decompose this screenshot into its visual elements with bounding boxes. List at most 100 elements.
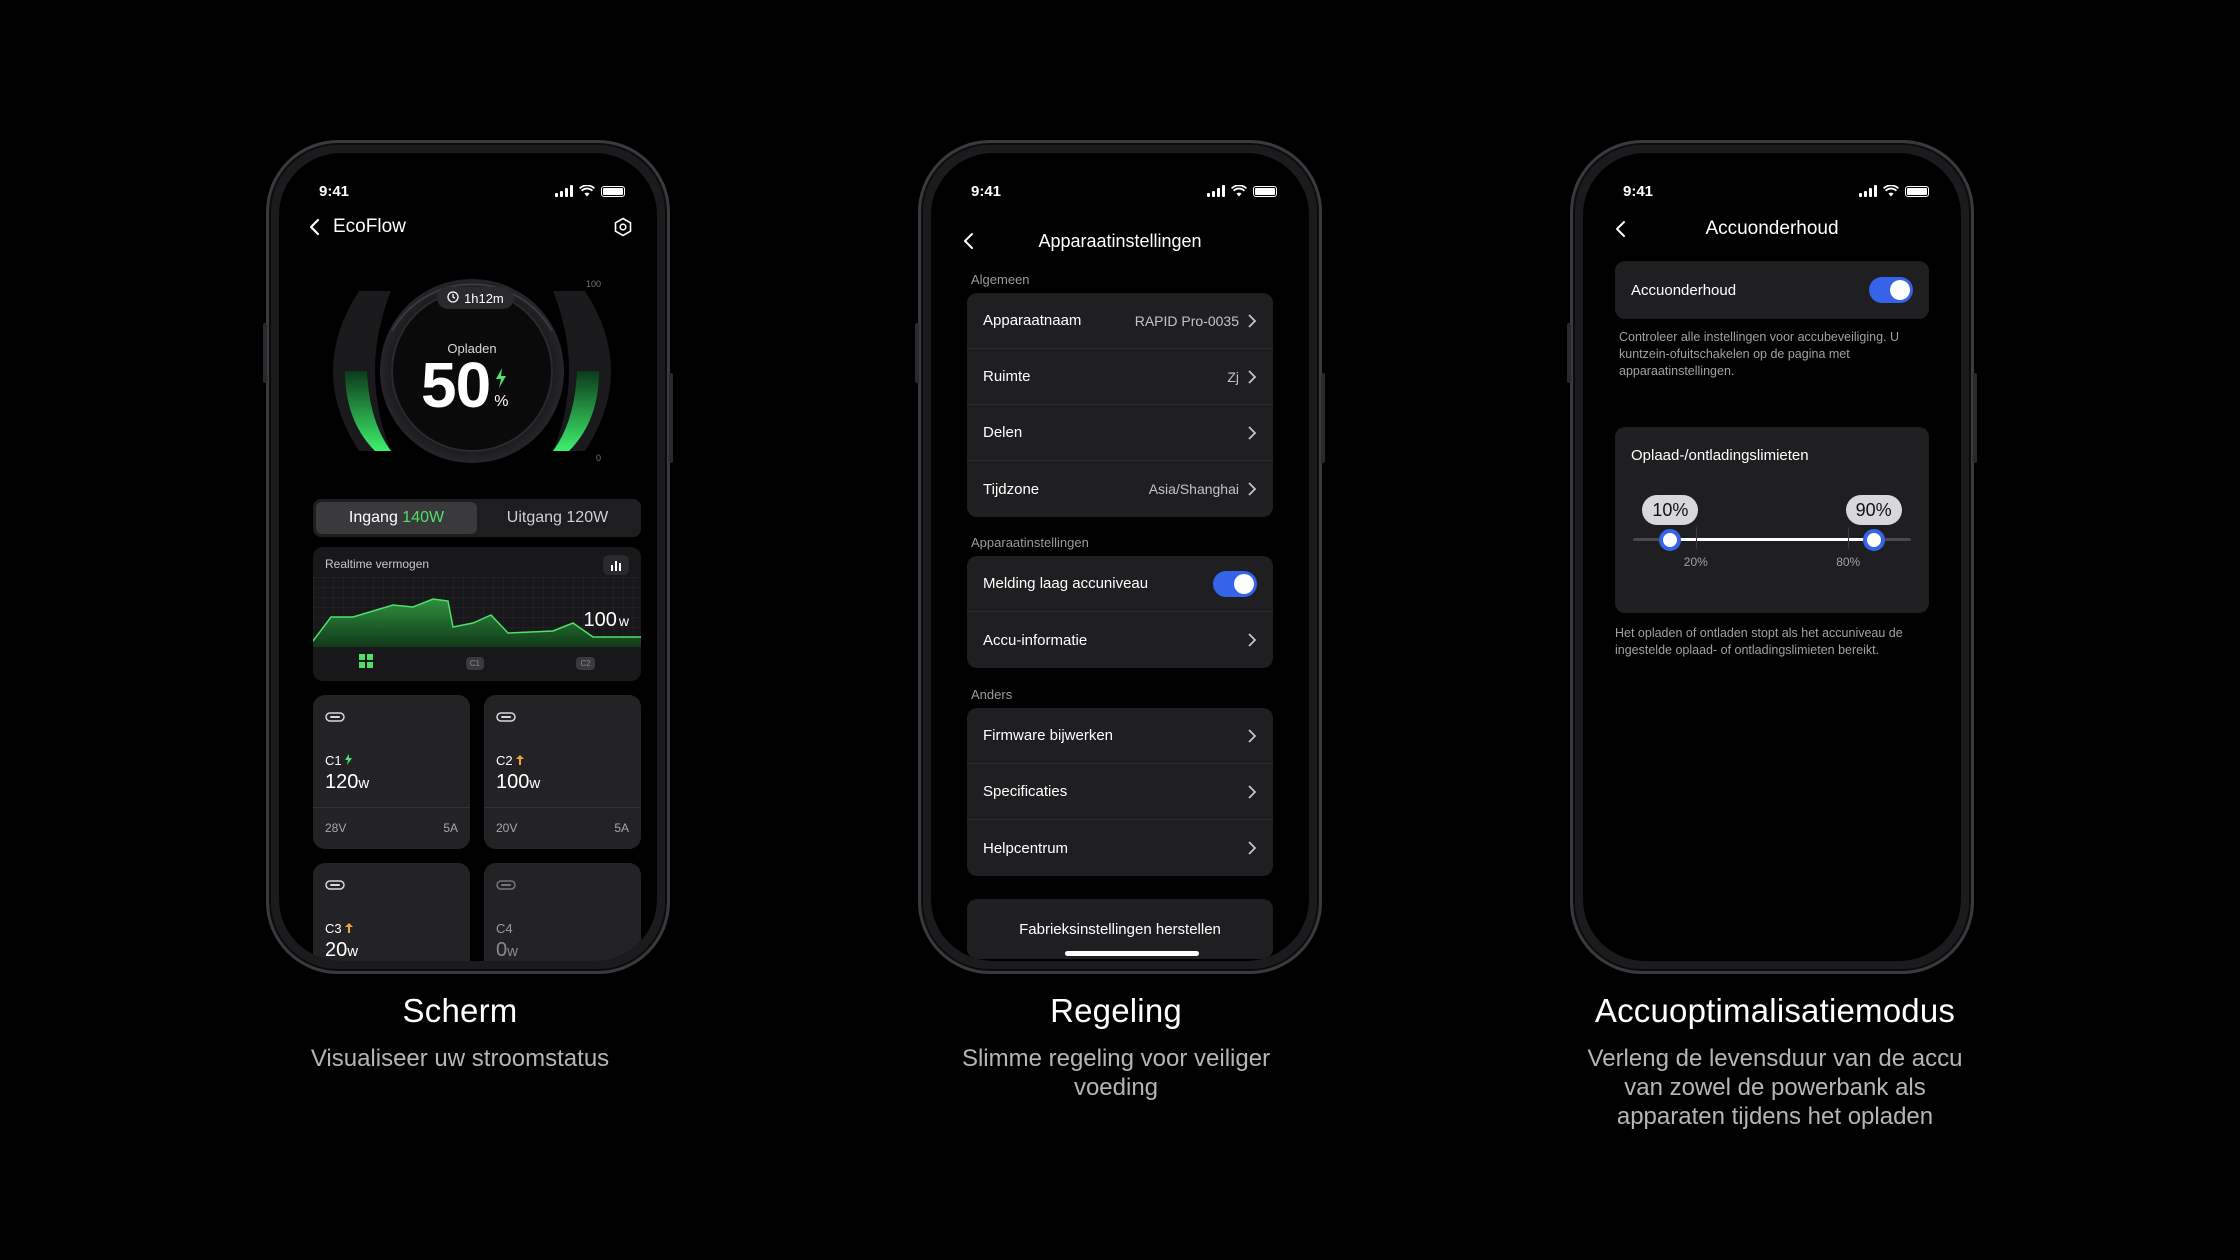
back-icon[interactable] (957, 230, 979, 252)
usb-c-icon (496, 877, 516, 895)
status-bar: 9:41 (319, 179, 625, 203)
tab-c1[interactable]: C1 (465, 657, 484, 670)
limits-title: Oplaad-/ontladingslimieten (1631, 447, 1809, 464)
phone-battery-care: 9:41 Accuonderhoud Accuonderhoud Control… (1567, 140, 1977, 974)
battery-icon (1253, 185, 1277, 197)
chevron-right-icon (1248, 728, 1257, 743)
home-indicator (1065, 951, 1199, 956)
arrow-up-icon (515, 753, 524, 768)
tick-label-20: 20% (1683, 555, 1708, 569)
tab-output[interactable]: Uitgang 120W (477, 502, 638, 534)
phone-screen: 9:41 EcoFlow 1h12m Opladen 50 % 100 0 In… (279, 153, 657, 961)
status-time: 9:41 (1623, 182, 1654, 200)
port-card-c4[interactable]: C4 0w (484, 863, 641, 961)
realtime-power-card: Realtime vermogen 100 w C1 C2 (313, 547, 641, 681)
usb-c-icon (496, 709, 516, 727)
caption-subtitle: Visualiseer uw stroomstatus (310, 1045, 610, 1072)
row-battery-info[interactable]: Accu-informatie (967, 612, 1273, 668)
caption-title: Regeling (1050, 992, 1182, 1029)
port-name: C2 (496, 753, 513, 768)
tick-label-80: 80% (1836, 555, 1861, 569)
high-limit-value: 90% (1845, 495, 1902, 525)
port-card-c3[interactable]: C3 20w (313, 863, 470, 961)
caption-title: Scherm (402, 992, 518, 1029)
phone-settings: 9:41 Apparaatinstellingen Algemeen Appar… (915, 140, 1325, 974)
row-firmware-update[interactable]: Firmware bijwerken (967, 708, 1273, 764)
port-card-c2[interactable]: C2 100w 20V 5A (484, 695, 641, 849)
chevron-right-icon (1248, 633, 1257, 647)
low-limit-thumb[interactable] (1659, 529, 1682, 551)
battery-icon (1905, 185, 1929, 197)
row-low-battery-alert: Melding laag accuniveau (967, 556, 1273, 612)
row-specifications[interactable]: Specificaties (967, 764, 1273, 820)
signal-icon (555, 185, 573, 197)
status-bar: 9:41 (1623, 179, 1929, 203)
battery-care-note: Controleer alle instellingen voor accube… (1619, 330, 1900, 378)
row-timezone[interactable]: Tijdzone Asia/Shanghai (967, 461, 1273, 517)
battery-care-card: Accuonderhoud (1615, 261, 1929, 319)
battery-gauge: 1h12m Opladen 50 % 100 0 (321, 271, 623, 471)
tab-input[interactable]: Ingang 140W (316, 502, 477, 534)
high-limit-thumb[interactable] (1862, 529, 1885, 551)
phone-display: 9:41 EcoFlow 1h12m Opladen 50 % 100 0 In… (263, 140, 673, 974)
battery-icon (601, 185, 625, 197)
nav-bar: Apparaatinstellingen (931, 221, 1309, 261)
nav-bar: EcoFlow (279, 207, 657, 247)
port-power: 120w (325, 771, 370, 793)
settings-hex-icon[interactable] (613, 217, 633, 242)
row-share[interactable]: Delen (967, 405, 1273, 461)
low-limit-value: 10% (1642, 495, 1699, 525)
port-current: 5A (443, 821, 458, 835)
low-battery-toggle[interactable] (1213, 570, 1257, 597)
back-icon[interactable] (303, 216, 325, 238)
nav-bar: Accuonderhoud (1583, 209, 1961, 249)
port-power: 100w (496, 771, 541, 793)
realtime-tabs: C1 C2 (313, 654, 641, 673)
caption-subtitle: Verleng de levensduur van de accu van zo… (1587, 1045, 1963, 1130)
usb-c-icon (325, 709, 345, 727)
port-name: C4 (496, 921, 513, 936)
grid-icon[interactable] (359, 654, 374, 673)
port-card-c1[interactable]: C1 120w 28V 5A (313, 695, 470, 849)
status-time: 9:41 (319, 182, 350, 200)
gauge-min: 0 (595, 453, 601, 463)
clock-icon (447, 290, 459, 306)
row-device-name[interactable]: Apparaatnaam RAPID Pro-0035 (967, 293, 1273, 349)
gauge-percent: 50 (421, 349, 491, 421)
slider-range (1670, 538, 1874, 541)
bar-chart-icon[interactable] (603, 555, 629, 575)
chevron-right-icon (1248, 313, 1257, 328)
status-bar: 9:41 (971, 179, 1277, 203)
gauge-percent-group: 50 % (421, 353, 508, 417)
limits-note: Het opladen of ontladen stopt als het ac… (1615, 626, 1903, 657)
limits-slider: 10% 90% 20% 80% (1633, 495, 1911, 569)
chevron-right-icon (1248, 841, 1257, 855)
tick-20 (1695, 527, 1697, 549)
status-time: 9:41 (971, 182, 1002, 200)
phone-screen: 9:41 Apparaatinstellingen Algemeen Appar… (931, 153, 1309, 961)
chevron-right-icon (1248, 482, 1257, 496)
section-label-device: Apparaatinstellingen (971, 535, 1089, 550)
nav-title: Accuonderhoud (1705, 218, 1839, 239)
wifi-icon (1231, 185, 1247, 197)
signal-icon (1859, 185, 1877, 197)
caption-regulation: Regeling Slimme regeling voor veiliger v… (856, 992, 1376, 1102)
caption-battery-mode: Accuoptimalisatiemodus Verleng de levens… (1515, 992, 2035, 1131)
port-voltage: 28V (325, 821, 347, 835)
row-room[interactable]: Ruimte Zj (967, 349, 1273, 405)
tab-c2[interactable]: C2 (576, 657, 595, 670)
battery-care-label: Accuonderhoud (1631, 281, 1737, 299)
nav-title: EcoFlow (333, 216, 406, 237)
limits-card: Oplaad-/ontladingslimieten 10% 90% 20% 8… (1615, 427, 1929, 613)
signal-icon (1207, 185, 1225, 197)
section-label-general: Algemeen (971, 272, 1030, 287)
row-help-center[interactable]: Helpcentrum (967, 820, 1273, 876)
factory-reset-button[interactable]: Fabrieksinstellingen herstellen (967, 899, 1273, 959)
port-current: 5A (614, 821, 629, 835)
chevron-right-icon (1248, 425, 1257, 440)
realtime-value-group: 100 w (583, 609, 630, 631)
battery-care-toggle[interactable] (1869, 277, 1913, 303)
back-icon[interactable] (1609, 218, 1631, 240)
gauge-unit: % (494, 393, 509, 410)
usb-c-icon (325, 877, 345, 895)
